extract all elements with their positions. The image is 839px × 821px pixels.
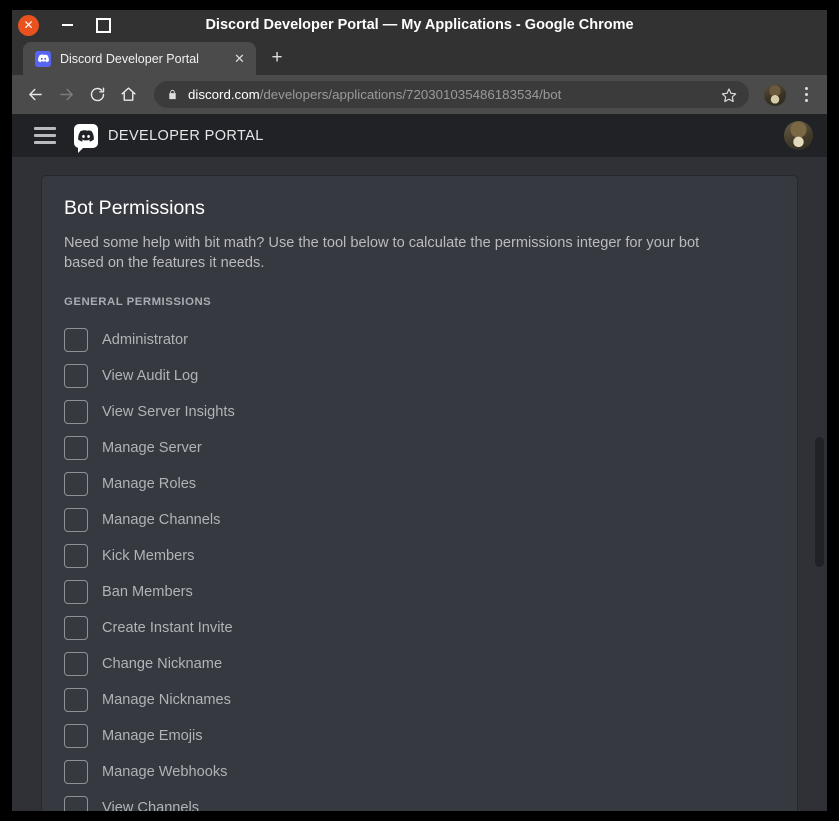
permission-label: Manage Nicknames — [102, 692, 231, 709]
permission-label: Manage Roles — [102, 476, 197, 493]
home-icon[interactable] — [114, 80, 143, 109]
permission-row[interactable]: Kick Members — [64, 538, 773, 574]
permission-checkbox[interactable] — [64, 796, 88, 811]
permission-label: View Audit Log — [102, 368, 199, 385]
permission-row[interactable]: View Server Insights — [64, 394, 773, 430]
permission-label: View Channels — [102, 800, 200, 811]
permission-row[interactable]: Change Nickname — [64, 646, 773, 682]
permission-label: Kick Members — [102, 548, 195, 565]
permission-label: Manage Emojis — [102, 728, 203, 745]
scrollbar-thumb[interactable] — [815, 437, 824, 567]
url-path: /developers/applications/720301035486183… — [259, 87, 562, 102]
permission-checkbox[interactable] — [64, 544, 88, 569]
permission-row[interactable]: View Audit Log — [64, 358, 773, 394]
star-icon[interactable] — [716, 82, 742, 108]
window-title: Discord Developer Portal — My Applicatio… — [205, 17, 634, 33]
developer-portal-header: DEVELOPER PORTAL — [12, 114, 827, 157]
permission-row[interactable]: Administrator — [64, 322, 773, 358]
permission-row[interactable]: Create Instant Invite — [64, 610, 773, 646]
permission-label: Manage Channels — [102, 512, 221, 529]
permission-label: Manage Server — [102, 440, 202, 457]
permission-label: Change Nickname — [102, 656, 223, 673]
tab-close-icon[interactable]: ✕ — [231, 50, 248, 67]
permission-row[interactable]: View Channels — [64, 790, 773, 811]
window-controls: ✕ — [12, 14, 111, 36]
permission-row[interactable]: Manage Roles — [64, 466, 773, 502]
three-dot-menu-icon[interactable] — [794, 83, 818, 107]
permission-label: Create Instant Invite — [102, 620, 233, 637]
page-content: Bot Permissions Need some help with bit … — [12, 157, 827, 811]
permission-checkbox[interactable] — [64, 508, 88, 533]
permission-checkbox[interactable] — [64, 580, 88, 605]
window-maximize-button[interactable] — [95, 17, 111, 33]
tab-strip: Discord Developer Portal ✕ + — [12, 40, 827, 75]
permission-checkbox[interactable] — [64, 400, 88, 425]
permissions-list: Administrator View Audit Log View Server I… — [64, 322, 773, 811]
hamburger-menu-icon[interactable] — [34, 127, 56, 144]
permission-row[interactable]: Manage Channels — [64, 502, 773, 538]
permission-row[interactable]: Manage Webhooks — [64, 754, 773, 790]
new-tab-button[interactable]: + — [263, 44, 291, 72]
tab-title: Discord Developer Portal — [60, 51, 199, 66]
permission-label: Manage Webhooks — [102, 764, 228, 781]
forward-arrow-icon[interactable] — [52, 80, 81, 109]
permission-checkbox[interactable] — [64, 436, 88, 461]
permission-checkbox[interactable] — [64, 688, 88, 713]
permission-checkbox[interactable] — [64, 328, 88, 353]
general-permissions-label: GENERAL PERMISSIONS — [64, 296, 212, 309]
title-bar: ✕ Discord Developer Portal — My Applicat… — [12, 10, 827, 40]
address-bar[interactable]: discord.com/developers/applications/7203… — [154, 81, 749, 108]
browser-profile-avatar[interactable] — [764, 83, 786, 106]
permission-label: Administrator — [102, 332, 188, 349]
discord-logo-icon[interactable] — [74, 123, 98, 153]
page-viewport: DEVELOPER PORTAL Bot Permissions Need so… — [12, 114, 827, 811]
permission-checkbox[interactable] — [64, 652, 88, 677]
window-inner: ✕ Discord Developer Portal — My Applicat… — [12, 10, 827, 811]
permission-row[interactable]: Ban Members — [64, 574, 773, 610]
reload-icon[interactable] — [83, 80, 112, 109]
user-avatar[interactable] — [784, 121, 813, 150]
discord-favicon-icon — [35, 50, 51, 67]
back-arrow-icon[interactable] — [21, 80, 50, 109]
page-title: Bot Permissions — [64, 197, 205, 219]
card-description: Need some help with bit math? Use the to… — [64, 235, 700, 272]
browser-toolbar: discord.com/developers/applications/7203… — [12, 75, 827, 114]
bot-permissions-card: Bot Permissions Need some help with bit … — [41, 175, 798, 811]
permission-row[interactable]: Manage Nicknames — [64, 682, 773, 718]
permission-label: Ban Members — [102, 584, 193, 601]
browser-window: ✕ Discord Developer Portal — My Applicat… — [0, 0, 839, 821]
developer-portal-title: DEVELOPER PORTAL — [108, 127, 264, 144]
window-close-button[interactable]: ✕ — [18, 14, 39, 36]
url-text: discord.com/developers/applications/7203… — [188, 87, 707, 102]
permission-checkbox[interactable] — [64, 760, 88, 785]
lock-icon — [167, 88, 179, 101]
page-scrollbar[interactable] — [812, 157, 827, 811]
permission-checkbox[interactable] — [64, 616, 88, 641]
permission-row[interactable]: Manage Emojis — [64, 718, 773, 754]
window-minimize-button[interactable] — [59, 17, 75, 33]
permission-label: View Server Insights — [102, 404, 235, 421]
permission-checkbox[interactable] — [64, 724, 88, 749]
permission-row[interactable]: Manage Server — [64, 430, 773, 466]
permission-checkbox[interactable] — [64, 472, 88, 497]
permission-checkbox[interactable] — [64, 364, 88, 389]
tab-discord-developer-portal[interactable]: Discord Developer Portal ✕ — [23, 42, 256, 75]
url-host: discord.com — [188, 87, 260, 102]
